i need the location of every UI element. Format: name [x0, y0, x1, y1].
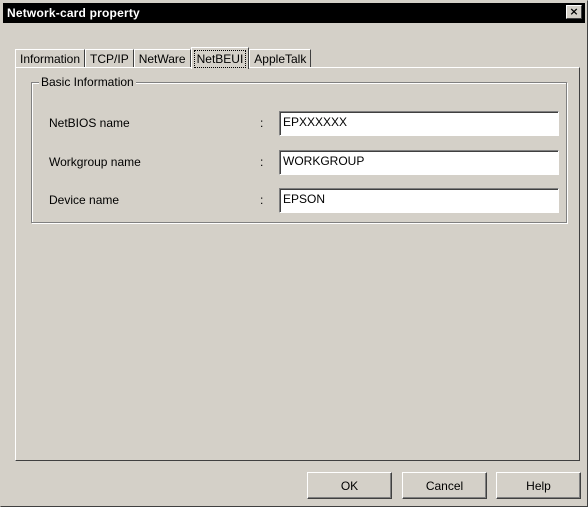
- network-card-property-dialog: Network-card property × Information TCP/…: [0, 0, 588, 507]
- tab-appletalk[interactable]: AppleTalk: [249, 49, 312, 68]
- colon-separator: :: [260, 155, 264, 169]
- window-title: Network-card property: [7, 6, 140, 20]
- close-icon[interactable]: ×: [566, 5, 582, 19]
- device-name-row: Device name : EPSON: [32, 188, 566, 214]
- tab-information[interactable]: Information: [15, 49, 86, 68]
- tab-label: NetWare: [138, 52, 186, 66]
- tab-label: Information: [20, 52, 81, 66]
- tab-strip: Information TCP/IP NetWare NetBEUI Apple…: [15, 46, 312, 69]
- netbios-name-label: NetBIOS name: [49, 116, 130, 130]
- title-bar[interactable]: Network-card property ×: [3, 3, 585, 23]
- netbios-name-field[interactable]: EPXXXXXX: [279, 111, 559, 136]
- tab-tcpip[interactable]: TCP/IP: [85, 49, 134, 68]
- colon-separator: :: [260, 193, 264, 207]
- basic-information-group: Basic Information NetBIOS name : EPXXXXX…: [31, 75, 567, 223]
- cancel-button[interactable]: Cancel: [402, 472, 487, 499]
- tab-panel-netbeui: Basic Information NetBIOS name : EPXXXXX…: [15, 67, 580, 461]
- tab-netbeui[interactable]: NetBEUI: [190, 47, 250, 69]
- device-name-field[interactable]: EPSON: [279, 188, 559, 213]
- workgroup-name-label: Workgroup name: [49, 155, 141, 169]
- help-button[interactable]: Help: [496, 472, 581, 499]
- group-legend: Basic Information: [39, 75, 136, 89]
- netbios-name-row: NetBIOS name : EPXXXXXX: [32, 111, 566, 137]
- tab-label: TCP/IP: [90, 52, 129, 66]
- ok-button[interactable]: OK: [307, 472, 392, 499]
- tab-label: AppleTalk: [254, 52, 307, 66]
- workgroup-name-field[interactable]: WORKGROUP: [279, 150, 559, 175]
- colon-separator: :: [260, 116, 264, 130]
- device-name-label: Device name: [49, 193, 120, 207]
- tab-netware[interactable]: NetWare: [133, 49, 191, 68]
- workgroup-name-row: Workgroup name : WORKGROUP: [32, 150, 566, 176]
- tab-label: NetBEUI: [193, 49, 247, 68]
